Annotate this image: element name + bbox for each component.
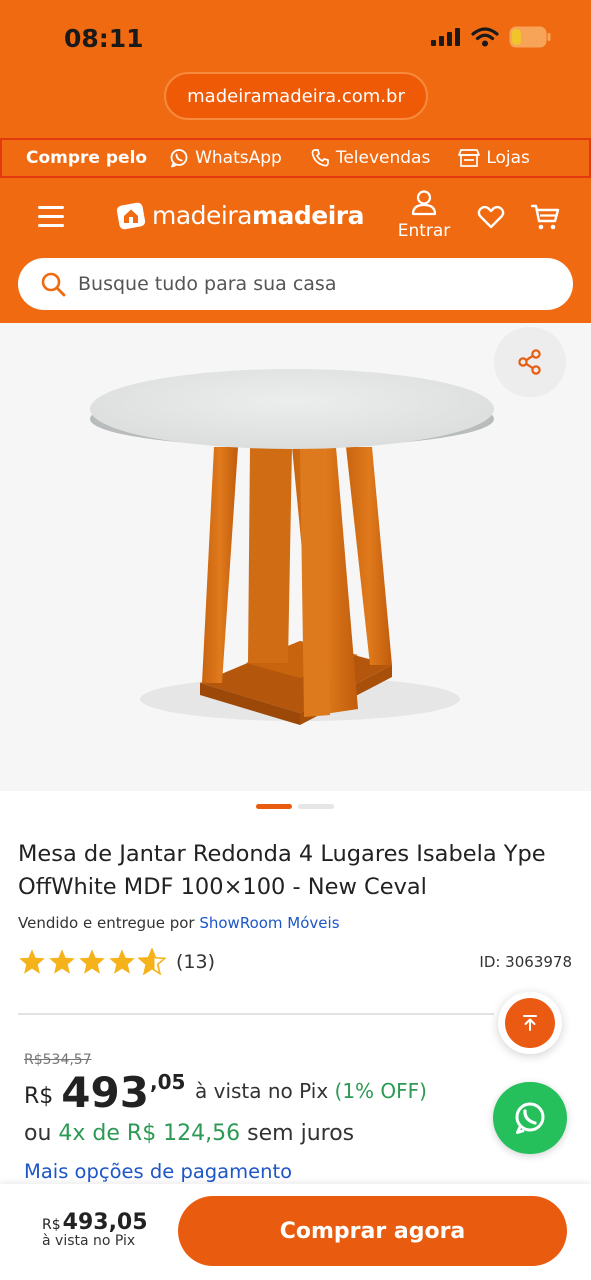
old-price: R$534,57	[24, 1052, 92, 1068]
search-input[interactable]: Busque tudo para sua casa	[78, 273, 336, 295]
url-bar[interactable]: madeiramadeira.com.br	[164, 72, 428, 120]
buy-now-button[interactable]: Comprar agora	[178, 1196, 567, 1266]
star-icon	[79, 949, 105, 974]
header-area: 08:11 madeiramadeira.com.br Compre pelo …	[0, 0, 591, 323]
installment-prefix: ou	[24, 1121, 52, 1146]
installment-suffix: sem juros	[247, 1121, 355, 1146]
seller-info: Vendido e entregue por ShowRoom Móveis	[18, 914, 340, 932]
whatsapp-float-button[interactable]	[493, 1082, 567, 1154]
back-to-top-button[interactable]	[498, 992, 562, 1054]
pix-discount: (1% OFF)	[334, 1079, 427, 1103]
store-icon	[458, 149, 481, 167]
televendas-label: Televendas	[335, 148, 431, 168]
price-cents: ,05	[149, 1070, 186, 1094]
site-logo[interactable]: madeiramadeira	[116, 200, 365, 230]
price-integer: 493	[61, 1068, 149, 1117]
whatsapp-link[interactable]: WhatsApp	[169, 148, 282, 168]
status-time: 08:11	[64, 24, 144, 53]
star-icon	[109, 949, 135, 974]
bottom-buy-bar: R$493,05 à vista no Pix Comprar agora	[0, 1184, 591, 1280]
installment-terms: 4x de R$ 124,56	[58, 1121, 241, 1146]
login-button[interactable]: Entrar	[394, 190, 454, 241]
seller-prefix: Vendido e entregue por	[18, 914, 195, 932]
bottom-price-value: 493,05	[62, 1210, 148, 1235]
pagination-dot-active[interactable]	[256, 804, 292, 809]
current-price: R$ 493 ,05	[24, 1068, 185, 1118]
bottom-price-currency: R$	[42, 1217, 61, 1233]
rating-count: (13)	[176, 950, 216, 973]
share-icon	[518, 349, 541, 375]
url-text: madeiramadeira.com.br	[187, 85, 405, 107]
whatsapp-icon	[170, 149, 188, 168]
product-title: Mesa de Jantar Redonda 4 Lugares Isabela…	[18, 841, 546, 900]
star-icon	[19, 949, 45, 974]
house-logo-icon	[116, 202, 146, 230]
whatsapp-label: WhatsApp	[195, 148, 282, 168]
product-rating[interactable]: (13)	[18, 948, 215, 975]
installment-info: ou 4x de R$ 124,56 sem juros	[24, 1121, 354, 1146]
bottom-price: R$493,05 à vista no Pix	[42, 1210, 148, 1249]
contact-bar-lead: Compre pelo	[26, 148, 148, 168]
status-icons	[431, 26, 551, 48]
signal-icon	[431, 28, 460, 46]
televendas-link[interactable]: Televendas	[310, 148, 431, 168]
bottom-price-sub: à vista no Pix	[42, 1233, 136, 1249]
share-button[interactable]	[494, 327, 566, 397]
contact-bar: Compre pelo WhatsApp Televendas Lojas	[0, 138, 591, 178]
search-bar[interactable]: Busque tudo para sua casa	[18, 258, 573, 310]
product-image-gallery[interactable]	[0, 323, 591, 791]
phone-icon	[311, 149, 329, 167]
more-payment-options-link[interactable]: Mais opções de pagamento	[24, 1160, 292, 1183]
battery-icon	[509, 26, 551, 48]
price-currency: R$	[24, 1084, 54, 1109]
lojas-link[interactable]: Lojas	[458, 148, 530, 168]
pagination-dot[interactable]	[298, 804, 334, 809]
product-image	[90, 369, 494, 725]
menu-icon[interactable]	[38, 206, 64, 228]
search-icon	[41, 272, 66, 297]
star-half-icon	[138, 948, 166, 975]
divider	[18, 1013, 494, 1015]
wifi-icon	[471, 27, 499, 47]
arrow-up-icon	[523, 1015, 537, 1031]
product-id: ID: 3063978	[479, 953, 572, 971]
star-icon	[49, 949, 75, 974]
heart-icon[interactable]	[477, 205, 505, 229]
user-icon	[411, 190, 437, 216]
gallery-pagination	[256, 804, 334, 809]
status-bar: 08:11	[0, 0, 591, 70]
pix-info: à vista no Pix (1% OFF)	[195, 1079, 427, 1103]
login-label: Entrar	[397, 221, 451, 241]
cart-icon[interactable]	[530, 203, 560, 231]
lojas-label: Lojas	[486, 148, 530, 168]
seller-link[interactable]: ShowRoom Móveis	[199, 914, 339, 932]
nav-bar: madeiramadeira Entrar	[0, 178, 591, 254]
whatsapp-icon	[515, 1102, 545, 1134]
logo-text-bold: madeira	[251, 200, 365, 230]
logo-text-light: madeira	[152, 200, 252, 230]
pix-text: à vista no Pix	[195, 1079, 329, 1103]
